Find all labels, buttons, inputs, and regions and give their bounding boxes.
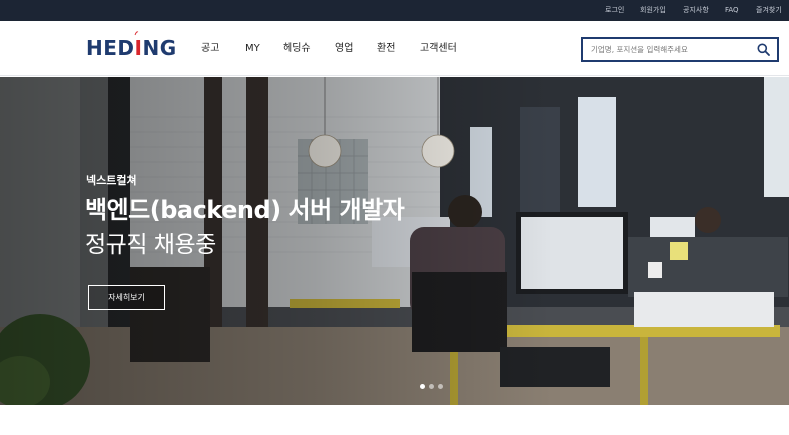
hero-banner: 넥스트컬쳐 백엔드(backend) 서버 개발자 정규직 채용중 자세히보기 <box>0 77 789 405</box>
hero-job-subtitle: 정규직 채용중 <box>85 232 216 258</box>
bookmark-link[interactable]: 즐겨찾기 <box>756 0 782 21</box>
hero-job-title: 백엔드(backend) 서버 개발자 <box>85 196 405 224</box>
faq-link[interactable]: FAQ <box>725 0 739 21</box>
slide-dot-2[interactable] <box>429 384 434 389</box>
login-link[interactable]: 로그인 <box>605 0 624 21</box>
signup-link[interactable]: 회원가입 <box>640 0 666 21</box>
nav-item-jobs[interactable]: 공고 <box>201 21 219 76</box>
slide-dot-3[interactable] <box>438 384 443 389</box>
logo-text-tail: NG <box>142 36 177 60</box>
search-input[interactable] <box>591 42 751 57</box>
search-icon[interactable] <box>757 43 770 56</box>
site-logo[interactable]: HEDING <box>86 31 177 62</box>
nav-item-my[interactable]: MY <box>245 21 260 76</box>
nav-item-headingshoe[interactable]: 헤딩슈 <box>283 21 311 76</box>
search-box <box>581 37 779 62</box>
nav-item-exchange[interactable]: 환전 <box>377 21 395 76</box>
top-utility-bar: 로그인 회원가입 공지사항 FAQ 즐겨찾기 <box>0 0 789 21</box>
nav-item-sales[interactable]: 영업 <box>335 21 353 76</box>
site-header: HEDING 공고 MY 헤딩슈 영업 환전 고객센터 <box>0 21 789 76</box>
logo-spark-icon <box>134 31 139 36</box>
content-area <box>0 405 789 435</box>
hero-company-name: 넥스트컬쳐 <box>86 174 137 187</box>
logo-text-main: HED <box>86 36 135 60</box>
notice-link[interactable]: 공지사항 <box>683 0 709 21</box>
view-details-button[interactable]: 자세히보기 <box>88 285 165 310</box>
nav-item-support[interactable]: 고객센터 <box>420 21 457 76</box>
slide-dot-1[interactable] <box>420 384 425 389</box>
